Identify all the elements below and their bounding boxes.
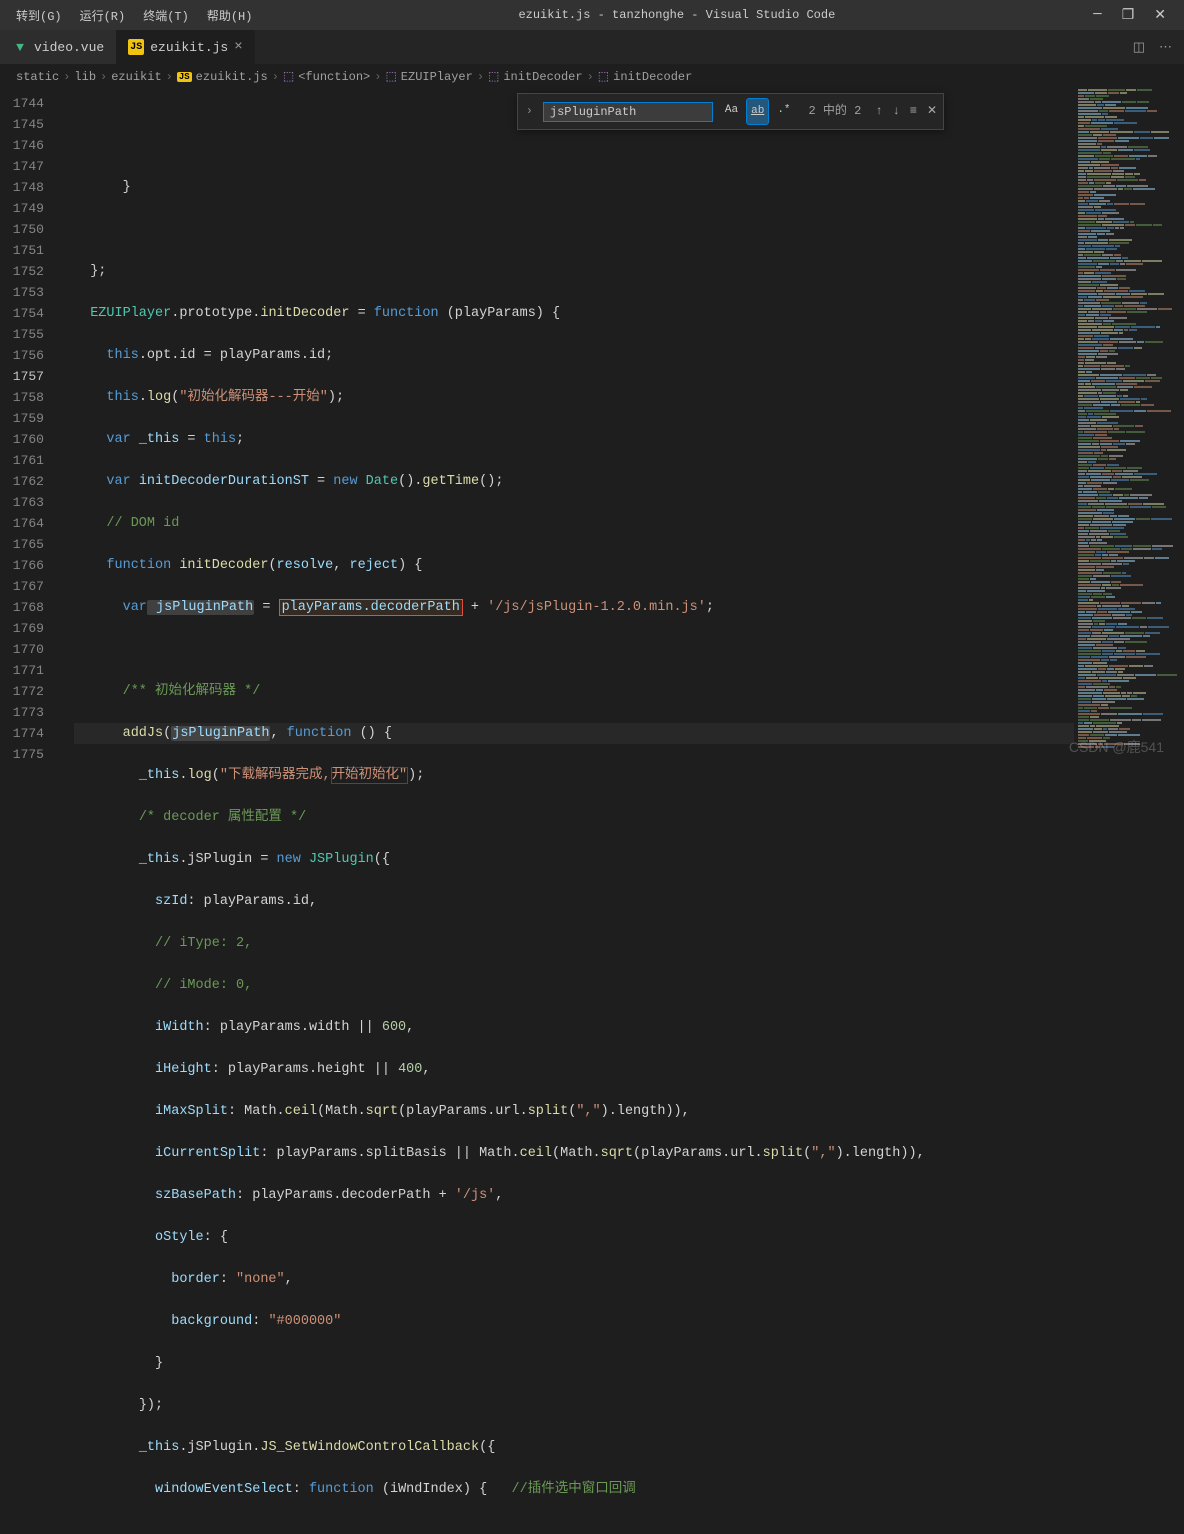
tab-close-icon[interactable]: × <box>234 39 242 55</box>
tab-label: ezuikit.js <box>150 40 228 55</box>
breadcrumb-item[interactable]: JSezuikit.js <box>177 70 268 84</box>
symbol-icon: ⬚ <box>385 69 396 84</box>
breadcrumb-item[interactable]: ⬚<function> <box>283 69 370 84</box>
menu-bar: 转到(G) 运行(R) 终端(T) 帮助(H) <box>8 3 260 28</box>
chevron-right-icon: › <box>374 70 381 84</box>
chevron-right-icon: › <box>272 70 279 84</box>
window-title: ezuikit.js - tanzhonghe - Visual Studio … <box>260 8 1093 22</box>
tab-label: video.vue <box>34 40 104 55</box>
chevron-right-icon: › <box>477 70 484 84</box>
window-controls: ─ ❐ ✕ <box>1093 7 1176 24</box>
expand-replace-icon[interactable]: › <box>524 99 535 124</box>
breadcrumb-item[interactable]: static <box>16 70 59 84</box>
maximize-icon[interactable]: ❐ <box>1122 7 1135 24</box>
tab-actions: ◫ ⋯ <box>1133 30 1184 64</box>
match-whole-word-icon[interactable]: ab <box>746 98 769 125</box>
tab-video-vue[interactable]: ▼ video.vue <box>0 30 116 64</box>
chevron-right-icon: › <box>587 70 594 84</box>
find-prev-icon[interactable]: ↑ <box>875 101 882 122</box>
watermark: CSDN @鹿541 <box>1069 737 1164 757</box>
regex-icon[interactable]: .* <box>773 98 794 125</box>
more-actions-icon[interactable]: ⋯ <box>1159 40 1172 55</box>
breadcrumb-item[interactable]: ⬚initDecoder <box>488 69 583 84</box>
breadcrumb: static › lib › ezuikit › JSezuikit.js › … <box>0 65 1184 89</box>
find-widget: › Aa ab .* 2 中的 2 ↑ ↓ ≡ ✕ <box>517 93 944 130</box>
breadcrumb-item[interactable]: ⬚EZUIPlayer <box>385 69 472 84</box>
menu-run[interactable]: 运行(R) <box>72 3 134 28</box>
code-content[interactable]: › Aa ab .* 2 中的 2 ↑ ↓ ≡ ✕ } }; EZUIPlaye… <box>62 89 1074 767</box>
js-icon: JS <box>177 72 192 82</box>
find-next-icon[interactable]: ↓ <box>893 101 900 122</box>
breadcrumb-item[interactable]: lib <box>74 70 96 84</box>
split-editor-icon[interactable]: ◫ <box>1133 40 1145 55</box>
chevron-right-icon: › <box>166 70 173 84</box>
tabs-bar: ▼ video.vue JS ezuikit.js × ◫ ⋯ <box>0 30 1184 65</box>
breadcrumb-item[interactable]: ezuikit <box>111 70 161 84</box>
tab-ezuikit-js[interactable]: JS ezuikit.js × <box>116 30 254 64</box>
chevron-right-icon: › <box>100 70 107 84</box>
find-input[interactable] <box>543 102 713 122</box>
chevron-right-icon: › <box>63 70 70 84</box>
menu-terminal[interactable]: 终端(T) <box>135 3 197 28</box>
symbol-icon: ⬚ <box>283 69 294 84</box>
match-case-icon[interactable]: Aa <box>721 98 742 125</box>
breadcrumb-item[interactable]: ⬚initDecoder <box>598 69 693 84</box>
close-icon[interactable]: ✕ <box>1154 7 1166 24</box>
line-numbers: 1744174517461747174817491750175117521753… <box>0 89 62 767</box>
vue-icon: ▼ <box>12 39 28 55</box>
minimize-icon[interactable]: ─ <box>1093 7 1101 24</box>
find-selection-icon[interactable]: ≡ <box>910 101 917 122</box>
find-results: 2 中的 2 <box>803 101 868 122</box>
symbol-icon: ⬚ <box>598 69 609 84</box>
menu-help[interactable]: 帮助(H) <box>199 3 261 28</box>
js-icon: JS <box>128 39 144 55</box>
symbol-icon: ⬚ <box>488 69 499 84</box>
find-close-icon[interactable]: ✕ <box>927 101 937 122</box>
title-bar: 转到(G) 运行(R) 终端(T) 帮助(H) ezuikit.js - tan… <box>0 0 1184 30</box>
menu-goto[interactable]: 转到(G) <box>8 3 70 28</box>
minimap[interactable] <box>1074 89 1184 767</box>
editor[interactable]: 1744174517461747174817491750175117521753… <box>0 89 1184 767</box>
